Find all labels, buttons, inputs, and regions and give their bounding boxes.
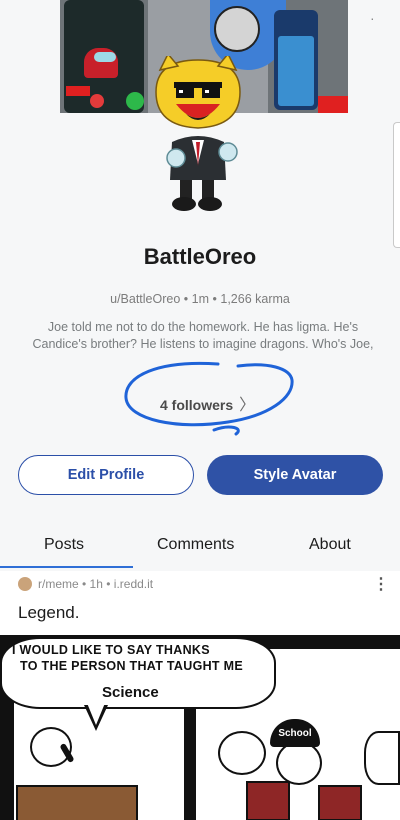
- meta-separator: •: [183, 292, 192, 306]
- comic-speech-bubble: I WOULD LIKE TO SAY THANKS TO THE PERSON…: [0, 637, 276, 709]
- comic-seat: [246, 781, 290, 820]
- comic-audience-head: [218, 731, 266, 775]
- edge-panel-handle[interactable]: [393, 122, 400, 248]
- banner-call-icon: [126, 92, 144, 110]
- comic-text-line: I WOULD LIKE TO SAY THANKS: [12, 643, 210, 657]
- comic-audience-head: [276, 741, 322, 785]
- tab-comments[interactable]: Comments: [157, 536, 234, 554]
- post-card[interactable]: r/meme • 1h • i.redd.it ⋮ Legend. School…: [0, 571, 400, 820]
- followers-link[interactable]: 4 followers 〉: [160, 391, 255, 415]
- post-title[interactable]: Legend.: [18, 603, 79, 623]
- chevron-right-icon: 〉: [239, 397, 256, 414]
- profile-avatar[interactable]: [146, 56, 250, 216]
- profile-bio: Joe told me not to do the homework. He h…: [32, 320, 374, 351]
- banner-end-call-icon: [90, 94, 104, 108]
- meta-separator: •: [78, 577, 90, 591]
- post-subreddit[interactable]: r/meme: [38, 577, 79, 591]
- meta-separator: •: [102, 577, 114, 591]
- banner-crewmate-visor: [94, 52, 116, 62]
- profile-tabs: Posts Comments About: [0, 530, 400, 570]
- post-image[interactable]: School I WOULD LIKE TO SAY THANKS TO THE…: [0, 635, 400, 820]
- banner-speech-bubble: [214, 6, 260, 52]
- banner-phone-right: [274, 10, 318, 110]
- banner-phone-screen: [278, 36, 314, 106]
- speech-bubble-tail-fill: [87, 703, 105, 725]
- profile-username: BattleOreo: [143, 244, 257, 269]
- comic-seat: [318, 785, 362, 820]
- subreddit-icon: [18, 577, 32, 591]
- style-avatar-button[interactable]: Style Avatar: [207, 455, 383, 495]
- edit-profile-button[interactable]: Edit Profile: [18, 455, 194, 495]
- active-tab-indicator: [0, 566, 133, 568]
- comic-podium: [16, 785, 138, 820]
- comic-text-science: Science: [102, 684, 159, 701]
- overflow-dot-icon[interactable]: ·: [370, 10, 375, 26]
- comic-audience-head: [364, 731, 400, 785]
- profile-meta: u/BattleOreo • 1m • 1,266 karma: [0, 292, 400, 306]
- followers-count: 4 followers: [160, 397, 234, 413]
- banner-red-text: [318, 96, 348, 113]
- tab-posts[interactable]: Posts: [44, 536, 84, 554]
- more-vertical-icon[interactable]: ⋮: [373, 574, 389, 594]
- post-domain[interactable]: i.redd.it: [114, 577, 153, 591]
- profile-age: 1m: [191, 292, 210, 306]
- banner-red-arrow: [66, 86, 90, 96]
- profile-karma: 1,266 karma: [220, 292, 290, 306]
- post-header: r/meme • 1h • i.redd.it: [18, 577, 153, 591]
- comic-text-line: TO THE PERSON THAT TAUGHT ME: [20, 659, 243, 673]
- banner-phone-left: [64, 0, 144, 113]
- post-age: 1h: [89, 577, 103, 591]
- tab-about[interactable]: About: [309, 536, 351, 554]
- profile-handle[interactable]: u/BattleOreo: [110, 292, 180, 306]
